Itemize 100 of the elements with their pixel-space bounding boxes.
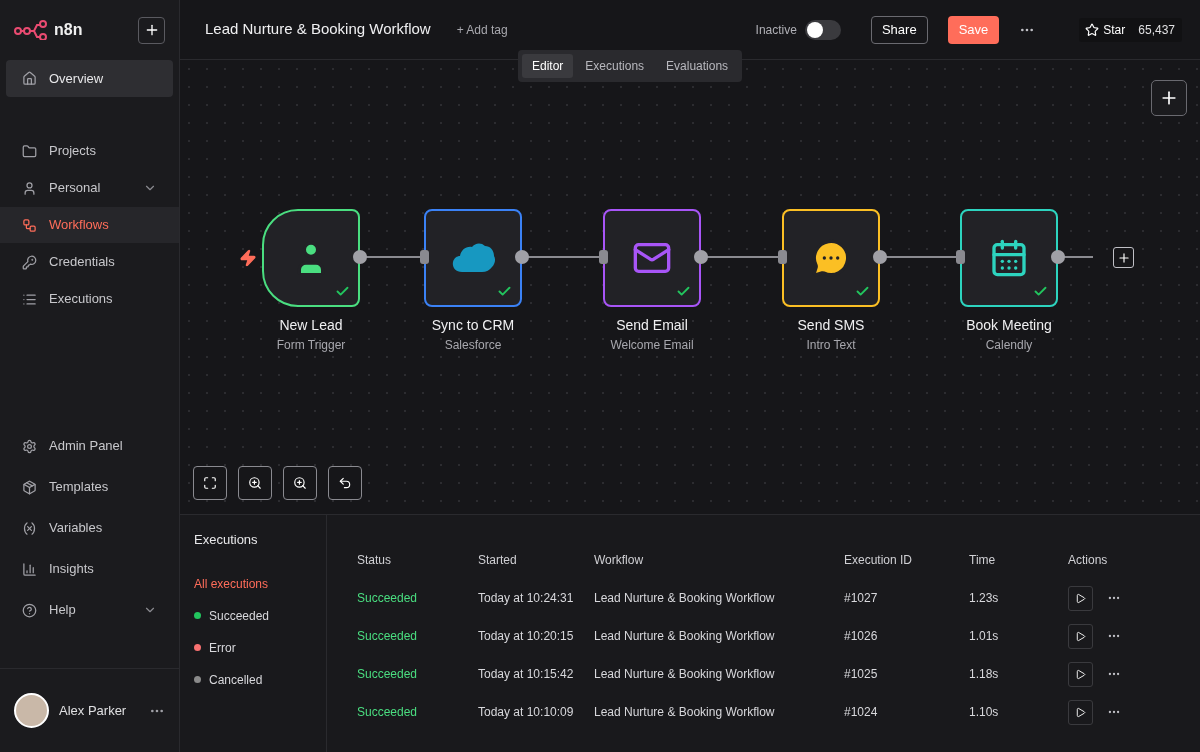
execution-id-cell-text: #1024: [844, 704, 879, 721]
fit-view-button[interactable]: [193, 466, 227, 500]
zoom-in-icon: [248, 476, 262, 490]
workflow-node[interactable]: [424, 209, 522, 307]
sidebar-item[interactable]: Workflows: [0, 207, 179, 243]
sidebar-item[interactable]: Credentials: [0, 244, 179, 280]
expand-icon: [203, 476, 217, 490]
brand-name: n8n: [54, 20, 84, 40]
node-subtitle: Form Trigger: [276, 337, 346, 354]
calendar-icon: [989, 238, 1029, 278]
key-icon: [22, 254, 37, 270]
output-handle[interactable]: [873, 250, 887, 264]
sidebar-item[interactable]: Insights: [0, 551, 179, 587]
execution-id-cell-text: #1025: [844, 666, 879, 683]
execution-filter[interactable]: All executions: [194, 567, 326, 600]
run-button[interactable]: [1068, 699, 1093, 725]
execution-id-cell-text: #1027: [844, 590, 879, 607]
view-tab[interactable]: Executions: [575, 54, 655, 78]
view-tab[interactable]: Evaluations: [656, 54, 739, 78]
output-handle[interactable]: [353, 250, 367, 264]
sidebar-item[interactable]: Admin Panel: [0, 428, 179, 464]
workflow-node[interactable]: [262, 209, 360, 307]
workflow-node[interactable]: [603, 209, 701, 307]
sidebar-item[interactable]: Personal: [0, 170, 179, 206]
node-subtitle: Calendly: [985, 337, 1033, 354]
time-cell-text: 1.01s: [969, 628, 1000, 645]
input-handle[interactable]: [599, 250, 608, 264]
execution-filter[interactable]: Succeeded: [194, 599, 326, 632]
column-header: Started: [478, 552, 518, 569]
panel-title: Executions: [194, 531, 259, 549]
workflow-node[interactable]: [782, 209, 880, 307]
input-handle[interactable]: [778, 250, 787, 264]
box-icon: [22, 479, 37, 495]
active-toggle[interactable]: [804, 19, 841, 40]
workflow-cell-text: Lead Nurture & Booking Workflow: [594, 590, 776, 607]
undo-icon: [338, 476, 352, 490]
list-icon: [22, 291, 37, 307]
zoom-in-button[interactable]: [283, 466, 317, 500]
workflow-node[interactable]: [960, 209, 1058, 307]
time-cell-text: 1.18s: [969, 666, 1000, 683]
overview-button[interactable]: Overview: [6, 60, 173, 97]
execution-filter[interactable]: Cancelled: [194, 663, 326, 696]
started-cell-text: Today at 10:10:09: [478, 704, 575, 721]
user-icon: [22, 180, 37, 196]
input-handle[interactable]: [420, 250, 429, 264]
logo-icon: [14, 20, 48, 40]
zoom-in-icon: [293, 476, 307, 490]
add-node-button[interactable]: [1151, 80, 1187, 116]
run-button[interactable]: [1068, 623, 1093, 649]
node-subtitle: Intro Text: [806, 337, 856, 354]
status-cell-text: Succeeded: [357, 590, 419, 607]
workflow-cell-text: Lead Nurture & Booking Workflow: [594, 704, 776, 721]
workflow-title[interactable]: Lead Nurture & Booking Workflow: [205, 18, 431, 41]
workflow-cell-text: Lead Nurture & Booking Workflow: [594, 628, 776, 645]
play-icon: [1075, 706, 1086, 718]
avatar[interactable]: [14, 693, 49, 728]
undo-button[interactable]: [328, 466, 362, 500]
node-title: Send Email: [616, 316, 688, 335]
execution-filter[interactable]: Error: [194, 631, 326, 664]
gear-icon: [22, 438, 37, 454]
column-header: Status: [357, 552, 393, 569]
status-label: Inactive: [755, 21, 797, 39]
output-handle[interactable]: [1051, 250, 1065, 264]
input-handle[interactable]: [956, 250, 965, 264]
add-tag-link[interactable]: + Add tag: [456, 20, 508, 39]
view-tab[interactable]: Editor: [522, 54, 574, 78]
play-icon: [1075, 592, 1086, 604]
execution-id-cell-text: #1026: [844, 628, 879, 645]
run-button[interactable]: [1068, 661, 1093, 687]
home-icon: [22, 71, 37, 86]
node-subtitle: Salesforce: [444, 337, 502, 354]
column-header: Execution ID: [844, 552, 914, 569]
run-button[interactable]: [1068, 585, 1093, 611]
node-subtitle: Welcome Email: [610, 337, 694, 354]
zoom-in-button[interactable]: [238, 466, 272, 500]
output-handle[interactable]: [515, 250, 529, 264]
plus-icon: [1116, 250, 1131, 265]
play-icon: [1075, 668, 1086, 680]
time-cell-text: 1.10s: [969, 704, 1000, 721]
node-title: Book Meeting: [966, 316, 1052, 335]
add-button[interactable]: [138, 16, 165, 44]
sidebar-item[interactable]: Templates: [0, 469, 179, 505]
sidebar-item[interactable]: Variables: [0, 510, 179, 546]
star-button[interactable]: Star: [1079, 20, 1132, 39]
status-cell-text: Succeeded: [357, 704, 419, 721]
share-button[interactable]: Share: [870, 15, 928, 44]
star-icon: [1085, 22, 1100, 37]
sidebar-item[interactable]: Executions: [0, 281, 179, 317]
add-step-button[interactable]: [1113, 247, 1134, 268]
started-cell-text: Today at 10:20:15: [478, 628, 575, 645]
sidebar-item[interactable]: Help: [0, 592, 179, 628]
started-cell-text: Today at 10:15:42: [478, 666, 575, 683]
column-header: Workflow: [594, 552, 645, 569]
started-cell-text: Today at 10:24:31: [478, 590, 575, 607]
output-handle[interactable]: [694, 250, 708, 264]
node-title: Send SMS: [797, 316, 865, 335]
workflow-cell-text: Lead Nurture & Booking Workflow: [594, 666, 776, 683]
node-title: New Lead: [279, 316, 343, 335]
sidebar-item[interactable]: Projects: [0, 133, 179, 169]
variable-icon: [22, 520, 37, 536]
